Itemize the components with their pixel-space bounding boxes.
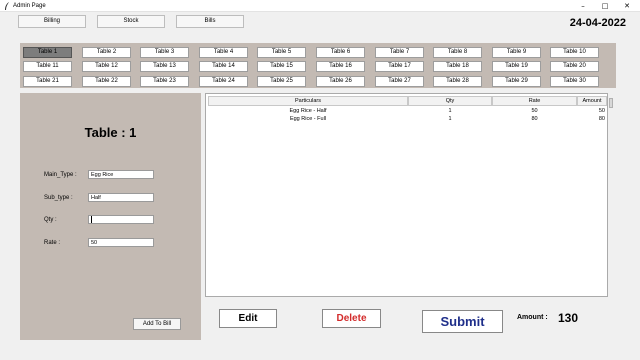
table-button-4[interactable]: Table 4	[199, 47, 248, 58]
table-button-26[interactable]: Table 26	[316, 76, 365, 87]
list-scrollbar[interactable]	[609, 98, 613, 108]
sub-type-label: Sub_type :	[44, 195, 73, 201]
total-amount-label: Amount :	[517, 314, 548, 321]
column-header-particulars[interactable]: Particulars	[208, 96, 408, 106]
sub-type-field[interactable]	[88, 193, 154, 202]
table-button-18[interactable]: Table 18	[433, 61, 482, 72]
table-button-3[interactable]: Table 3	[140, 47, 189, 58]
table-button-13[interactable]: Table 13	[140, 61, 189, 72]
table-button-28[interactable]: Table 28	[433, 76, 482, 87]
row-2-particulars[interactable]: Egg Rice - Full	[208, 115, 408, 123]
order-list[interactable]: Particulars Qty Rate Amount Egg Rice - H…	[205, 93, 608, 297]
row-1-rate[interactable]: 50	[492, 107, 577, 115]
table-button-12[interactable]: Table 12	[82, 61, 131, 72]
total-amount-value: 130	[558, 311, 579, 325]
text-cursor	[91, 216, 92, 223]
table-button-7[interactable]: Table 7	[375, 47, 424, 58]
table-button-2[interactable]: Table 2	[82, 47, 131, 58]
row-1-qty[interactable]: 1	[408, 107, 492, 115]
column-header-qty[interactable]: Qty	[408, 96, 492, 106]
table-button-25[interactable]: Table 25	[257, 76, 306, 87]
table-button-14[interactable]: Table 14	[199, 61, 248, 72]
submit-button[interactable]: Submit	[422, 310, 503, 333]
qty-label: Qty :	[44, 217, 57, 223]
date-display: 24-04-2022	[569, 17, 626, 29]
delete-button[interactable]: Delete	[322, 309, 381, 328]
table-button-27[interactable]: Table 27	[375, 76, 424, 87]
minimize-icon[interactable]: –	[572, 0, 594, 12]
table-button-21[interactable]: Table 21	[23, 76, 72, 87]
row-1-amount[interactable]: 50	[577, 107, 607, 115]
table-button-1[interactable]: Table 1	[23, 47, 72, 58]
row-2-amount[interactable]: 80	[577, 115, 607, 123]
table-button-11[interactable]: Table 11	[23, 61, 72, 72]
stock-button[interactable]: Stock	[97, 15, 165, 28]
row-2-qty[interactable]: 1	[408, 115, 492, 123]
table-button-24[interactable]: Table 24	[199, 76, 248, 87]
qty-field[interactable]	[88, 215, 154, 224]
main-type-field[interactable]	[88, 170, 154, 179]
table-button-8[interactable]: Table 8	[433, 47, 482, 58]
billing-button[interactable]: Billing	[18, 15, 86, 28]
rate-label: Rate :	[44, 240, 61, 246]
table-button-15[interactable]: Table 15	[257, 61, 306, 72]
row-1-particulars[interactable]: Egg Rice - Half	[208, 107, 408, 115]
window-title: Admin Page	[13, 3, 46, 9]
table-button-22[interactable]: Table 22	[82, 76, 131, 87]
table-button-10[interactable]: Table 10	[550, 47, 599, 58]
table-button-23[interactable]: Table 23	[140, 76, 189, 87]
title-bar: Admin Page – □ ✕	[0, 0, 640, 12]
rate-field[interactable]	[88, 238, 154, 247]
table-button-5[interactable]: Table 5	[257, 47, 306, 58]
table-button-30[interactable]: Table 30	[550, 76, 599, 87]
table-button-9[interactable]: Table 9	[492, 47, 541, 58]
table-button-29[interactable]: Table 29	[492, 76, 541, 87]
table-button-16[interactable]: Table 16	[316, 61, 365, 72]
add-to-bill-button[interactable]: Add To Bill	[133, 318, 181, 330]
main-type-label: Main_Type :	[44, 172, 77, 178]
table-button-6[interactable]: Table 6	[316, 47, 365, 58]
table-button-20[interactable]: Table 20	[550, 61, 599, 72]
table-button-19[interactable]: Table 19	[492, 61, 541, 72]
column-header-amount[interactable]: Amount	[577, 96, 607, 106]
edit-button[interactable]: Edit	[219, 309, 277, 328]
maximize-icon[interactable]: □	[594, 0, 616, 12]
table-button-17[interactable]: Table 17	[375, 61, 424, 72]
row-2-rate[interactable]: 80	[492, 115, 577, 123]
selected-table-heading: Table : 1	[84, 125, 137, 140]
close-icon[interactable]: ✕	[616, 0, 638, 12]
bills-button[interactable]: Bills	[176, 15, 244, 28]
column-header-rate[interactable]: Rate	[492, 96, 577, 106]
feather-icon	[5, 2, 9, 10]
